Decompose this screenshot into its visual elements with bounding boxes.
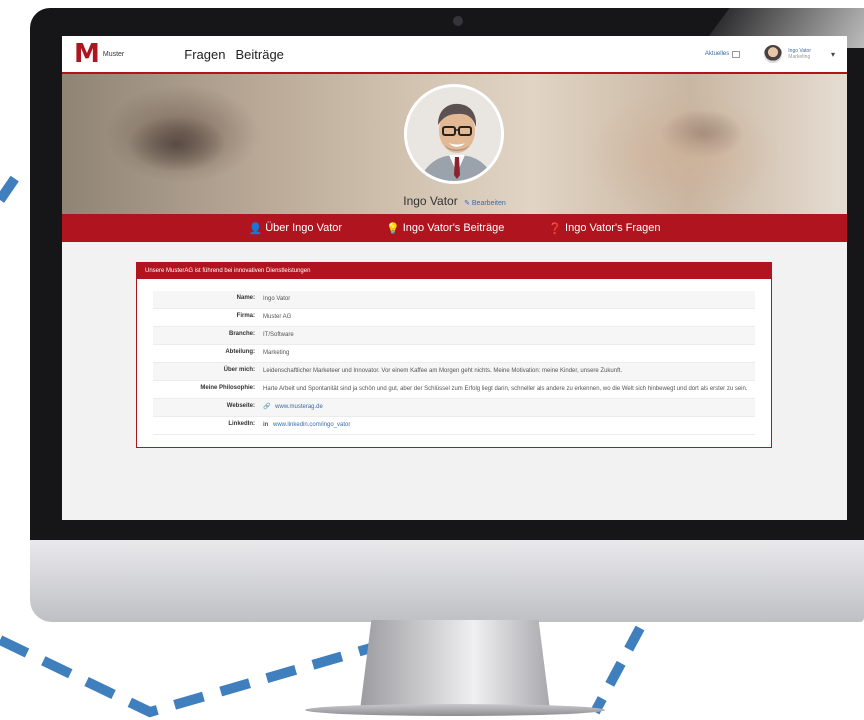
notifications-link[interactable]: Aktuelles: [704, 50, 741, 58]
dashed-line-right: [590, 625, 645, 715]
user-meta: Ingo Vator Marketing: [788, 48, 811, 61]
screen: M Muster Fragen Beiträge Aktuelles Ingo …: [62, 36, 847, 520]
edit-label: Bearbeiten: [471, 200, 506, 207]
info-value: Ingo Vator: [263, 296, 291, 302]
camera-icon: [453, 16, 463, 26]
info-row-branche: Branche: IT/Software: [153, 327, 755, 345]
info-value: Muster AG: [263, 314, 292, 320]
profile-name-row: Ingo Vator ✎ Bearbeiten: [62, 194, 847, 208]
profile-panel: Unsere MusterAG ist führend bei innovati…: [136, 262, 772, 448]
pencil-icon: ✎: [464, 200, 470, 207]
chevron-down-icon[interactable]: ▾: [831, 50, 835, 59]
user-role: Marketing: [788, 54, 811, 60]
monitor-chin: [30, 540, 864, 622]
edit-profile-link[interactable]: ✎ Bearbeiten: [464, 200, 506, 207]
nav-item-fragen[interactable]: Fragen: [184, 47, 225, 62]
info-row-philosophie: Meine Philosophie: Harte Arbeit und Spon…: [153, 381, 755, 399]
tab-ueber-label: Über Ingo Vator: [265, 222, 343, 234]
inbox-icon: [732, 50, 741, 58]
info-row-abteilung: Abteilung: Marketing: [153, 345, 755, 363]
panel-title: Unsere MusterAG ist führend bei innovati…: [137, 263, 771, 279]
profile-subnav: 👤 Über Ingo Vator 💡 Ingo Vator's Beiträg…: [62, 214, 847, 242]
profile-name: Ingo Vator: [403, 194, 458, 208]
portrait-image: [407, 87, 501, 181]
profile-banner: Ingo Vator ✎ Bearbeiten: [62, 74, 847, 214]
info-label: Name:: [236, 295, 255, 301]
monitor-stand: [360, 620, 550, 710]
tab-fragen[interactable]: ❓ Ingo Vator's Fragen: [548, 222, 660, 235]
info-row-webseite: Webseite: 🔗 www.musterag.de: [153, 399, 755, 417]
info-row-name: Name: Ingo Vator: [153, 291, 755, 309]
linkedin-link[interactable]: www.linkedin.com/ingo_vator: [273, 422, 350, 428]
logo[interactable]: M Muster: [74, 41, 124, 67]
tab-beitraege-label: Ingo Vator's Beiträge: [402, 222, 505, 234]
logo-text: Muster: [102, 50, 125, 58]
info-value: Marketing: [263, 350, 290, 356]
tab-beitraege[interactable]: 💡 Ingo Vator's Beiträge: [386, 222, 504, 235]
info-label: Branche:: [228, 331, 255, 337]
info-row-linkedin: LinkedIn: in www.linkedin.com/ingo_vator: [153, 417, 755, 435]
info-value: 🔗 www.musterag.de: [263, 403, 755, 412]
website-link[interactable]: www.musterag.de: [275, 404, 323, 410]
info-label: Webseite:: [226, 403, 255, 409]
lightbulb-icon: 💡: [386, 222, 400, 235]
info-row-firma: Firma: Muster AG: [153, 309, 755, 327]
info-row-ueber-mich: Über mich: Leidenschaftlicher Marketeer …: [153, 363, 755, 381]
panel-body: Name: Ingo Vator Firma: Muster AG Branch…: [137, 279, 771, 447]
dashed-line-left: [0, 165, 27, 203]
tab-fragen-label: Ingo Vator's Fragen: [565, 222, 661, 234]
user-icon: 👤: [248, 222, 263, 235]
info-label: Firma:: [236, 313, 255, 319]
info-value: Harte Arbeit und Spontanität sind ja sch…: [263, 386, 748, 392]
info-value: IT/Software: [263, 332, 294, 338]
profile-picture: [404, 84, 504, 184]
logo-mark: M: [74, 39, 100, 69]
notifications-label: Aktuelles: [704, 51, 730, 57]
tab-ueber[interactable]: 👤 Über Ingo Vator: [249, 222, 343, 235]
topbar-right: Aktuelles Ingo Vator Marketing ▾: [705, 45, 835, 63]
info-value: Leidenschaftlicher Marketeer und Innovat…: [263, 368, 623, 374]
main-nav: Fragen Beiträge: [184, 47, 284, 62]
info-value: in www.linkedin.com/ingo_vator: [263, 421, 755, 430]
avatar[interactable]: [764, 45, 783, 63]
nav-item-beitraege[interactable]: Beiträge: [235, 47, 283, 62]
info-label: Abteilung:: [225, 349, 255, 355]
monitor-foot: [305, 704, 605, 716]
top-bar: M Muster Fragen Beiträge Aktuelles Ingo …: [62, 36, 847, 74]
info-label: Über mich:: [223, 367, 255, 373]
question-icon: ❓: [548, 222, 563, 235]
link-icon: 🔗: [263, 404, 271, 410]
linkedin-icon: in: [263, 422, 269, 428]
info-label: Meine Philosophie:: [200, 385, 255, 391]
info-label: LinkedIn:: [228, 421, 255, 427]
content-area: Unsere MusterAG ist führend bei innovati…: [62, 242, 847, 448]
